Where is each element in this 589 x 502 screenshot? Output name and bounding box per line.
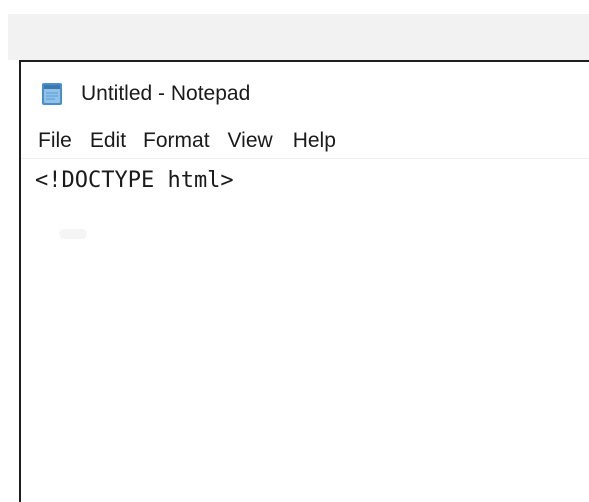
text-editor-area[interactable]: <!DOCTYPE html>: [21, 159, 589, 502]
menu-bar: File Edit Format View Help: [21, 126, 589, 156]
title-bar[interactable]: Untitled - Notepad: [21, 62, 589, 126]
menu-edit[interactable]: Edit: [90, 126, 126, 156]
editor-content[interactable]: <!DOCTYPE html>: [35, 167, 234, 195]
menu-help[interactable]: Help: [293, 126, 336, 156]
menu-view[interactable]: View: [228, 126, 273, 156]
desktop-background: Untitled - Notepad File Edit Format View…: [0, 0, 589, 502]
desktop-top-strip: [8, 14, 589, 60]
editor-smudge: [59, 229, 87, 239]
menu-file[interactable]: File: [38, 126, 72, 156]
notepad-icon: [42, 83, 62, 105]
notepad-window: Untitled - Notepad File Edit Format View…: [19, 60, 589, 502]
window-title: Untitled - Notepad: [81, 82, 251, 105]
menu-format[interactable]: Format: [143, 126, 210, 156]
